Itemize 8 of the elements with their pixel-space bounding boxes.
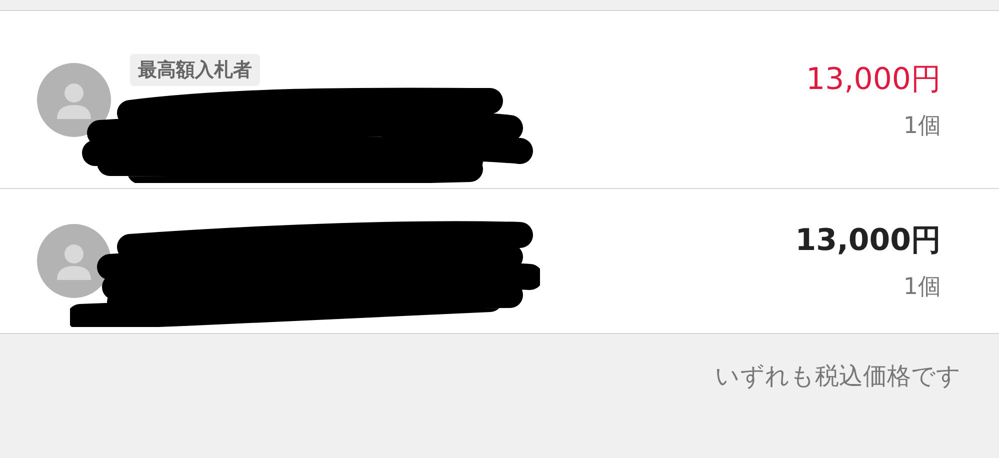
bid-quantity: 1個 — [903, 112, 941, 140]
top-bidder-badge: 最高額入札者 — [130, 54, 260, 86]
bid-price: 13,000円 — [795, 222, 941, 260]
avatar-icon — [37, 62, 111, 136]
bid-quantity: 1個 — [903, 273, 941, 302]
tax-note: いずれも税込価格です — [715, 361, 961, 392]
bid-price: 13,000円 — [806, 60, 941, 98]
avatar-icon — [37, 224, 111, 298]
